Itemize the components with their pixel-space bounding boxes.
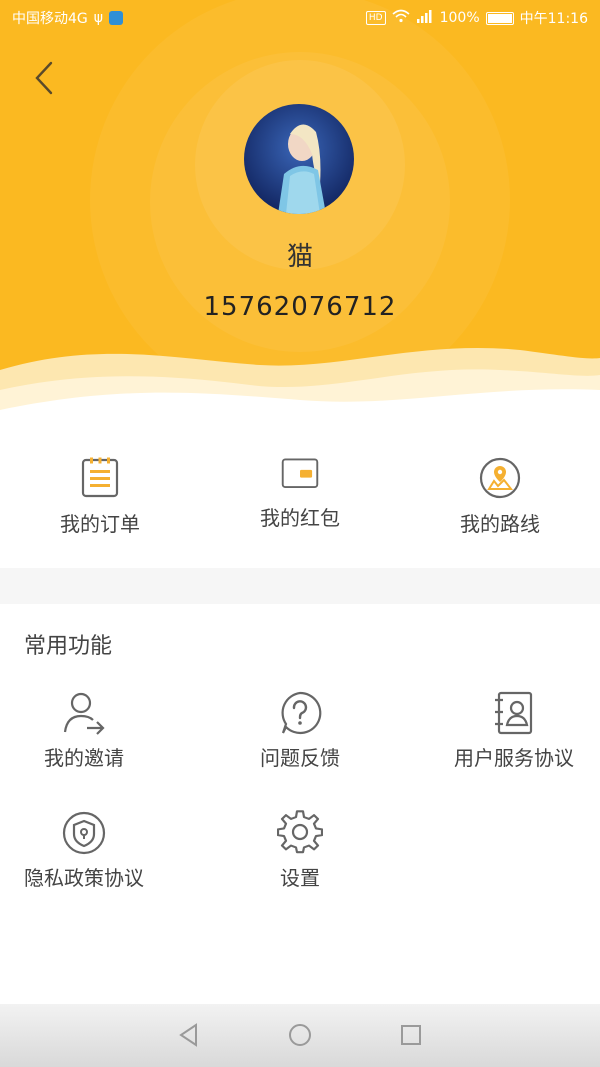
hd-icon: HD xyxy=(365,11,386,25)
my-invitation-entry[interactable]: 我的邀请 xyxy=(0,690,184,771)
user-agreement-label: 用户服务协议 xyxy=(454,746,574,770)
my-routes-entry[interactable]: 我的路线 xyxy=(400,456,600,537)
clock: 中午11:16 xyxy=(519,11,588,27)
privacy-policy-entry[interactable]: 隐私政策协议 xyxy=(0,810,184,891)
order-clipboard-icon xyxy=(81,457,119,498)
my-orders-entry[interactable]: 我的订单 xyxy=(0,456,200,537)
battery-percent: 100% xyxy=(439,10,480,26)
avatar-image xyxy=(244,104,354,214)
battery-icon xyxy=(485,11,514,25)
my-red-packets-entry[interactable]: 我的红包 xyxy=(200,456,400,531)
common-functions-section: 常用功能 我的邀请 问题反馈 用户服务协议 隐私政策协议 设置 xyxy=(0,604,600,1004)
invite-user-icon xyxy=(63,692,105,735)
user-agreement-entry[interactable]: 用户服务协议 xyxy=(414,690,600,771)
my-invitation-label: 我的邀请 xyxy=(44,746,124,770)
nav-back-icon[interactable] xyxy=(176,1022,202,1048)
usb-icon: ψ xyxy=(93,10,104,26)
settings-gear-icon xyxy=(276,810,324,854)
security-app-icon xyxy=(109,11,124,25)
feedback-question-icon xyxy=(281,691,322,735)
nav-home-icon[interactable] xyxy=(287,1022,313,1048)
settings-label: 设置 xyxy=(280,866,320,890)
user-agreement-icon xyxy=(495,691,533,735)
user-nickname: 猫 xyxy=(286,242,313,272)
signal-icon xyxy=(416,9,434,27)
my-red-packets-label: 我的红包 xyxy=(260,506,340,530)
user-phone: 15762076712 xyxy=(203,292,397,322)
my-orders-label: 我的订单 xyxy=(60,512,140,536)
privacy-policy-label: 隐私政策协议 xyxy=(24,866,144,890)
avatar[interactable] xyxy=(244,104,354,214)
settings-entry[interactable]: 设置 xyxy=(200,810,400,891)
nav-recents-icon[interactable] xyxy=(398,1022,424,1048)
my-routes-label: 我的路线 xyxy=(460,512,540,536)
route-map-icon xyxy=(479,457,521,499)
feedback-label: 问题反馈 xyxy=(260,746,340,770)
quick-entry-row: 我的订单 我的红包 我的路线 xyxy=(0,420,600,568)
system-navigation-bar xyxy=(0,1004,600,1067)
privacy-shield-icon xyxy=(62,811,106,855)
feedback-entry[interactable]: 问题反馈 xyxy=(200,690,400,771)
status-bar: 中国移动4G ψ HD 100% 中午11:16 xyxy=(0,0,600,34)
wifi-icon xyxy=(392,9,410,27)
profile-header: 中国移动4G ψ HD 100% 中午11:16 猫 15762076712 xyxy=(0,0,600,420)
section-title: 常用功能 xyxy=(24,634,113,659)
chevron-left-icon xyxy=(35,61,53,95)
back-button[interactable] xyxy=(26,58,62,98)
header-wave xyxy=(0,348,600,420)
carrier-text: 中国移动4G xyxy=(12,11,88,27)
red-packet-wallet-icon xyxy=(281,458,319,489)
